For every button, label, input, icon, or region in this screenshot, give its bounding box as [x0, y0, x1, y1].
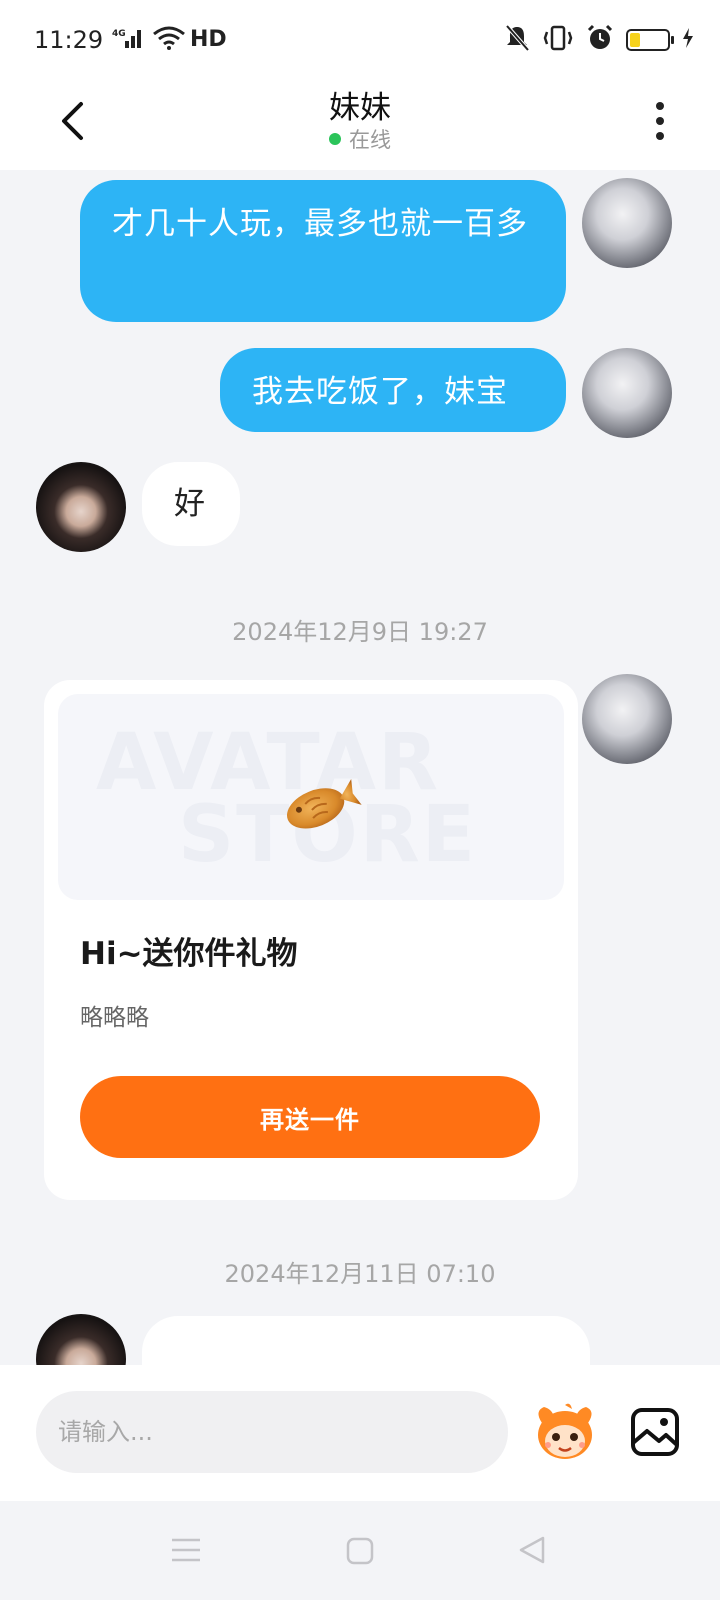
mascot-emoji-icon: [538, 1403, 592, 1459]
avatar-contact[interactable]: [36, 462, 126, 552]
gift-title: Hi~送你件礼物: [80, 936, 298, 972]
message-bubble-other[interactable]: [142, 1316, 590, 1365]
avatar-self[interactable]: [582, 348, 672, 438]
signal-icon: 4G: [112, 26, 146, 54]
system-nav-bar: [0, 1501, 720, 1600]
time-separator: 2024年12月11日 07:10: [224, 1260, 496, 1288]
battery-icon: [626, 29, 674, 51]
nav-home-button[interactable]: [346, 1537, 374, 1569]
vibrate-icon: [542, 24, 574, 56]
send-another-gift-button[interactable]: 再送一件: [80, 1076, 540, 1158]
message-bubble-self[interactable]: 才几十人玩，最多也就一百多: [80, 180, 566, 322]
emoji-button[interactable]: [532, 1401, 598, 1463]
gift-description: 略略略: [80, 1005, 149, 1031]
chat-header: 妹妹 在线: [0, 80, 720, 170]
triangle-back-icon: [519, 1536, 545, 1564]
chat-input-bar: [0, 1365, 720, 1501]
status-bar: 11:29 4G HD: [0, 0, 720, 80]
nav-back-button[interactable]: [518, 1535, 546, 1569]
menu-icon: [172, 1538, 200, 1562]
time-separator: 2024年12月9日 19:27: [232, 618, 488, 646]
message-text: 才几十人玩，最多也就一百多: [112, 206, 528, 242]
square-icon: [346, 1537, 374, 1565]
nav-recent-button[interactable]: [172, 1537, 200, 1567]
message-list[interactable]: 才几十人玩，最多也就一百多 我去吃饭了，妹宝 好 2024年12月9日 19:2…: [0, 170, 720, 1365]
message-input[interactable]: [36, 1391, 508, 1473]
avatar-self[interactable]: [582, 178, 672, 268]
more-vertical-icon: [656, 102, 664, 110]
more-dot: [656, 117, 664, 125]
battery-level: [630, 33, 640, 47]
avatar-self[interactable]: [582, 674, 672, 764]
taiyaki-gift-icon: [287, 778, 362, 829]
online-dot-icon: [329, 133, 341, 145]
charging-icon: [682, 27, 694, 53]
more-options-button[interactable]: [648, 96, 672, 146]
status-time: 11:29: [34, 26, 104, 54]
hd-label: HD: [190, 27, 227, 52]
online-status: 在线: [0, 124, 720, 154]
message-bubble-other[interactable]: 好: [142, 462, 240, 546]
more-dot: [656, 132, 664, 140]
gift-banner: AVATAR STORE: [58, 694, 564, 900]
status-right-icons: [504, 24, 694, 56]
online-status-label: 在线: [349, 128, 391, 152]
image-icon: [631, 1408, 679, 1456]
message-text: 我去吃饭了，妹宝: [252, 374, 508, 410]
alarm-icon: [586, 24, 614, 56]
message-bubble-self[interactable]: 我去吃饭了，妹宝: [220, 348, 566, 432]
image-button[interactable]: [630, 1407, 680, 1457]
avatar-contact[interactable]: [36, 1314, 126, 1365]
mute-bell-icon: [504, 24, 530, 56]
gift-card[interactable]: AVATAR STORE Hi~送你件礼物 略略略 再送一件: [44, 680, 578, 1200]
svg-text:4G: 4G: [112, 29, 126, 39]
message-text: 好: [174, 486, 206, 522]
wifi-icon: [152, 26, 186, 54]
contact-name: 妹妹: [329, 90, 391, 126]
